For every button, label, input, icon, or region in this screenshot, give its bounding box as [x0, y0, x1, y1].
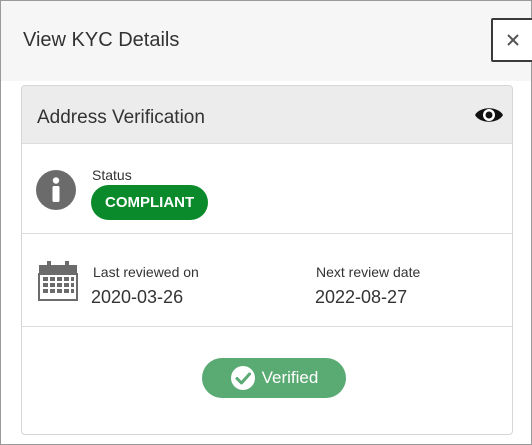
calendar-icon	[38, 261, 78, 301]
check-circle-icon	[230, 366, 255, 390]
dialog-title: View KYC Details	[23, 29, 180, 51]
last-reviewed-date: 2020-03-26	[91, 287, 184, 307]
verified-label: Verified	[261, 368, 319, 387]
verified-badge: Verified	[202, 358, 346, 398]
status-label: Status	[92, 167, 132, 183]
card-title: Address Verification	[37, 107, 205, 128]
close-button[interactable]	[491, 18, 532, 62]
view-button[interactable]	[474, 102, 504, 128]
compliant-status-badge: COMPLIANT	[91, 185, 209, 220]
next-review-label: Next review date	[316, 264, 421, 280]
card-header: Address Verification	[22, 86, 512, 144]
last-reviewed-label: Last reviewed on	[93, 264, 199, 280]
address-verification-card: Address Verification Status COMPLIANT La…	[21, 85, 513, 435]
next-review-date: 2022-08-27	[315, 287, 408, 307]
info-icon	[36, 170, 76, 210]
status-section: Status COMPLIANT	[22, 144, 512, 234]
review-dates-section: Last reviewed on 2020-03-26 Next review …	[22, 234, 512, 327]
close-icon	[507, 34, 519, 46]
kyc-details-dialog: View KYC Details Address Verification St…	[0, 0, 532, 445]
dialog-header: View KYC Details	[1, 1, 532, 81]
eye-icon	[475, 108, 503, 122]
